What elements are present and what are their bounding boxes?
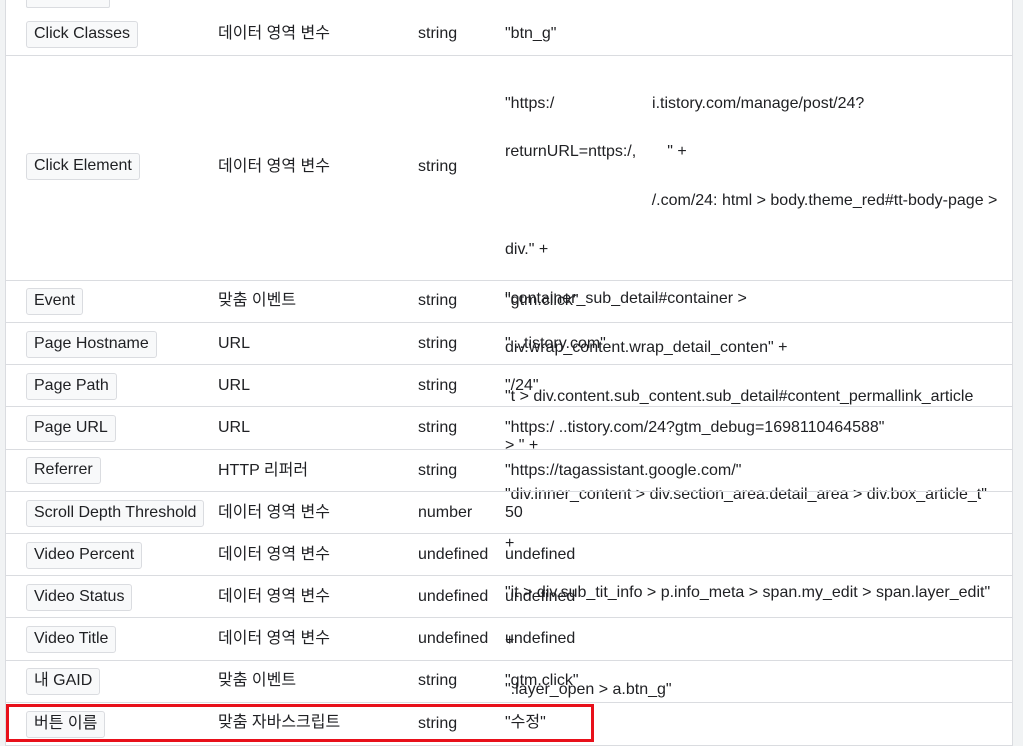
variables-table: Click Classes 데이터 영역 변수 string "btn_g" C…: [5, 0, 1013, 746]
variable-value: 50: [505, 504, 523, 521]
variable-type: URL: [218, 419, 251, 436]
variable-type: 맞춤 이벤트: [218, 672, 297, 689]
value-line: "https:/ i.tistory.com/manage/post/24?: [505, 94, 865, 112]
data-type: string: [418, 158, 458, 175]
variable-value: "/24": [505, 377, 539, 394]
data-type: string: [418, 672, 458, 689]
variable-name-chip[interactable]: Referrer: [26, 457, 101, 484]
variable-value: "gtm.click": [505, 672, 579, 689]
variable-name-chip[interactable]: Click Element: [26, 153, 140, 180]
variable-name-chip[interactable]: Video Title: [26, 626, 117, 653]
table-row: Video Percent 데이터 영역 변수 undefined undefi…: [6, 534, 1012, 576]
table-row: Video Title 데이터 영역 변수 undefined undefine…: [6, 618, 1012, 661]
table-row: Page URL URL string "https:/ ..tistory.c…: [6, 407, 1012, 450]
value-line: div." +: [505, 241, 549, 259]
variable-type: HTTP 리퍼러: [218, 462, 309, 479]
data-type: string: [418, 25, 458, 42]
table-row: Video Status 데이터 영역 변수 undefined undefin…: [6, 576, 1012, 618]
highlight-box: [6, 704, 594, 742]
table-row: Click Classes 데이터 영역 변수 string "btn_g": [6, 13, 1012, 56]
variable-value: " ..tistory.com": [505, 335, 606, 352]
variable-type: 데이터 영역 변수: [218, 504, 330, 521]
data-type: undefined: [418, 588, 489, 605]
data-type: string: [418, 335, 458, 352]
table-row: Scroll Depth Threshold 데이터 영역 변수 number …: [6, 492, 1012, 534]
variable-value: undefined: [505, 630, 576, 647]
data-type: string: [418, 292, 458, 309]
variable-type: 데이터 영역 변수: [218, 630, 330, 647]
table-row: Event 맞춤 이벤트 string "gtm.click": [6, 281, 1012, 323]
table-row: 내 GAID 맞춤 이벤트 string "gtm.click": [6, 661, 1012, 703]
variable-name-chip[interactable]: Video Percent: [26, 542, 143, 569]
variable-name-chip[interactable]: Event: [26, 288, 83, 315]
variable-value: "https://tagassistant.google.com/": [505, 462, 742, 479]
variable-type: 데이터 영역 변수: [218, 25, 330, 42]
variable-type: URL: [218, 335, 251, 352]
variable-type: 맞춤 이벤트: [218, 292, 297, 309]
variable-type: URL: [218, 377, 251, 394]
variable-name-chip[interactable]: Click Classes: [26, 21, 139, 48]
variable-value: "btn_g": [505, 25, 557, 42]
variable-value: "gtm.click": [505, 292, 579, 309]
variable-value: undefined: [505, 588, 576, 605]
table-row: Referrer HTTP 리퍼러 string "https://tagass…: [6, 450, 1012, 492]
scrollbar-track[interactable]: [1013, 0, 1023, 746]
variable-value: undefined: [505, 546, 576, 563]
variable-value: "https:/ ..tistory.com/24?gtm_debug=1698…: [505, 419, 885, 436]
value-line: /.com/24: html > body.theme_red#tt-body-…: [505, 192, 998, 210]
data-type: string: [418, 419, 458, 436]
data-type: undefined: [418, 546, 489, 563]
table-row: Page Hostname URL string " ..tistory.com…: [6, 323, 1012, 365]
variable-type: 데이터 영역 변수: [218, 158, 330, 175]
variable-type: 데이터 영역 변수: [218, 546, 330, 563]
variable-name-chip[interactable]: Page Path: [26, 373, 117, 400]
variable-name-chip[interactable]: Page Hostname: [26, 331, 157, 358]
variable-name-chip[interactable]: Video Status: [26, 584, 133, 611]
variable-name-chip[interactable]: Page URL: [26, 415, 116, 442]
table-row: Page Path URL string "/24": [6, 365, 1012, 407]
data-type: number: [418, 504, 473, 521]
previous-variable-chip: [26, 0, 110, 8]
variable-name-chip[interactable]: 내 GAID: [26, 668, 101, 695]
variable-type: 데이터 영역 변수: [218, 588, 330, 605]
table-row: Click Element 데이터 영역 변수 string "https:/ …: [6, 56, 1012, 698]
data-type: string: [418, 462, 458, 479]
variable-name-chip[interactable]: Scroll Depth Threshold: [26, 500, 205, 527]
value-line: returnURL=nttps:/, " +: [505, 143, 687, 161]
data-type: undefined: [418, 630, 489, 647]
data-type: string: [418, 377, 458, 394]
